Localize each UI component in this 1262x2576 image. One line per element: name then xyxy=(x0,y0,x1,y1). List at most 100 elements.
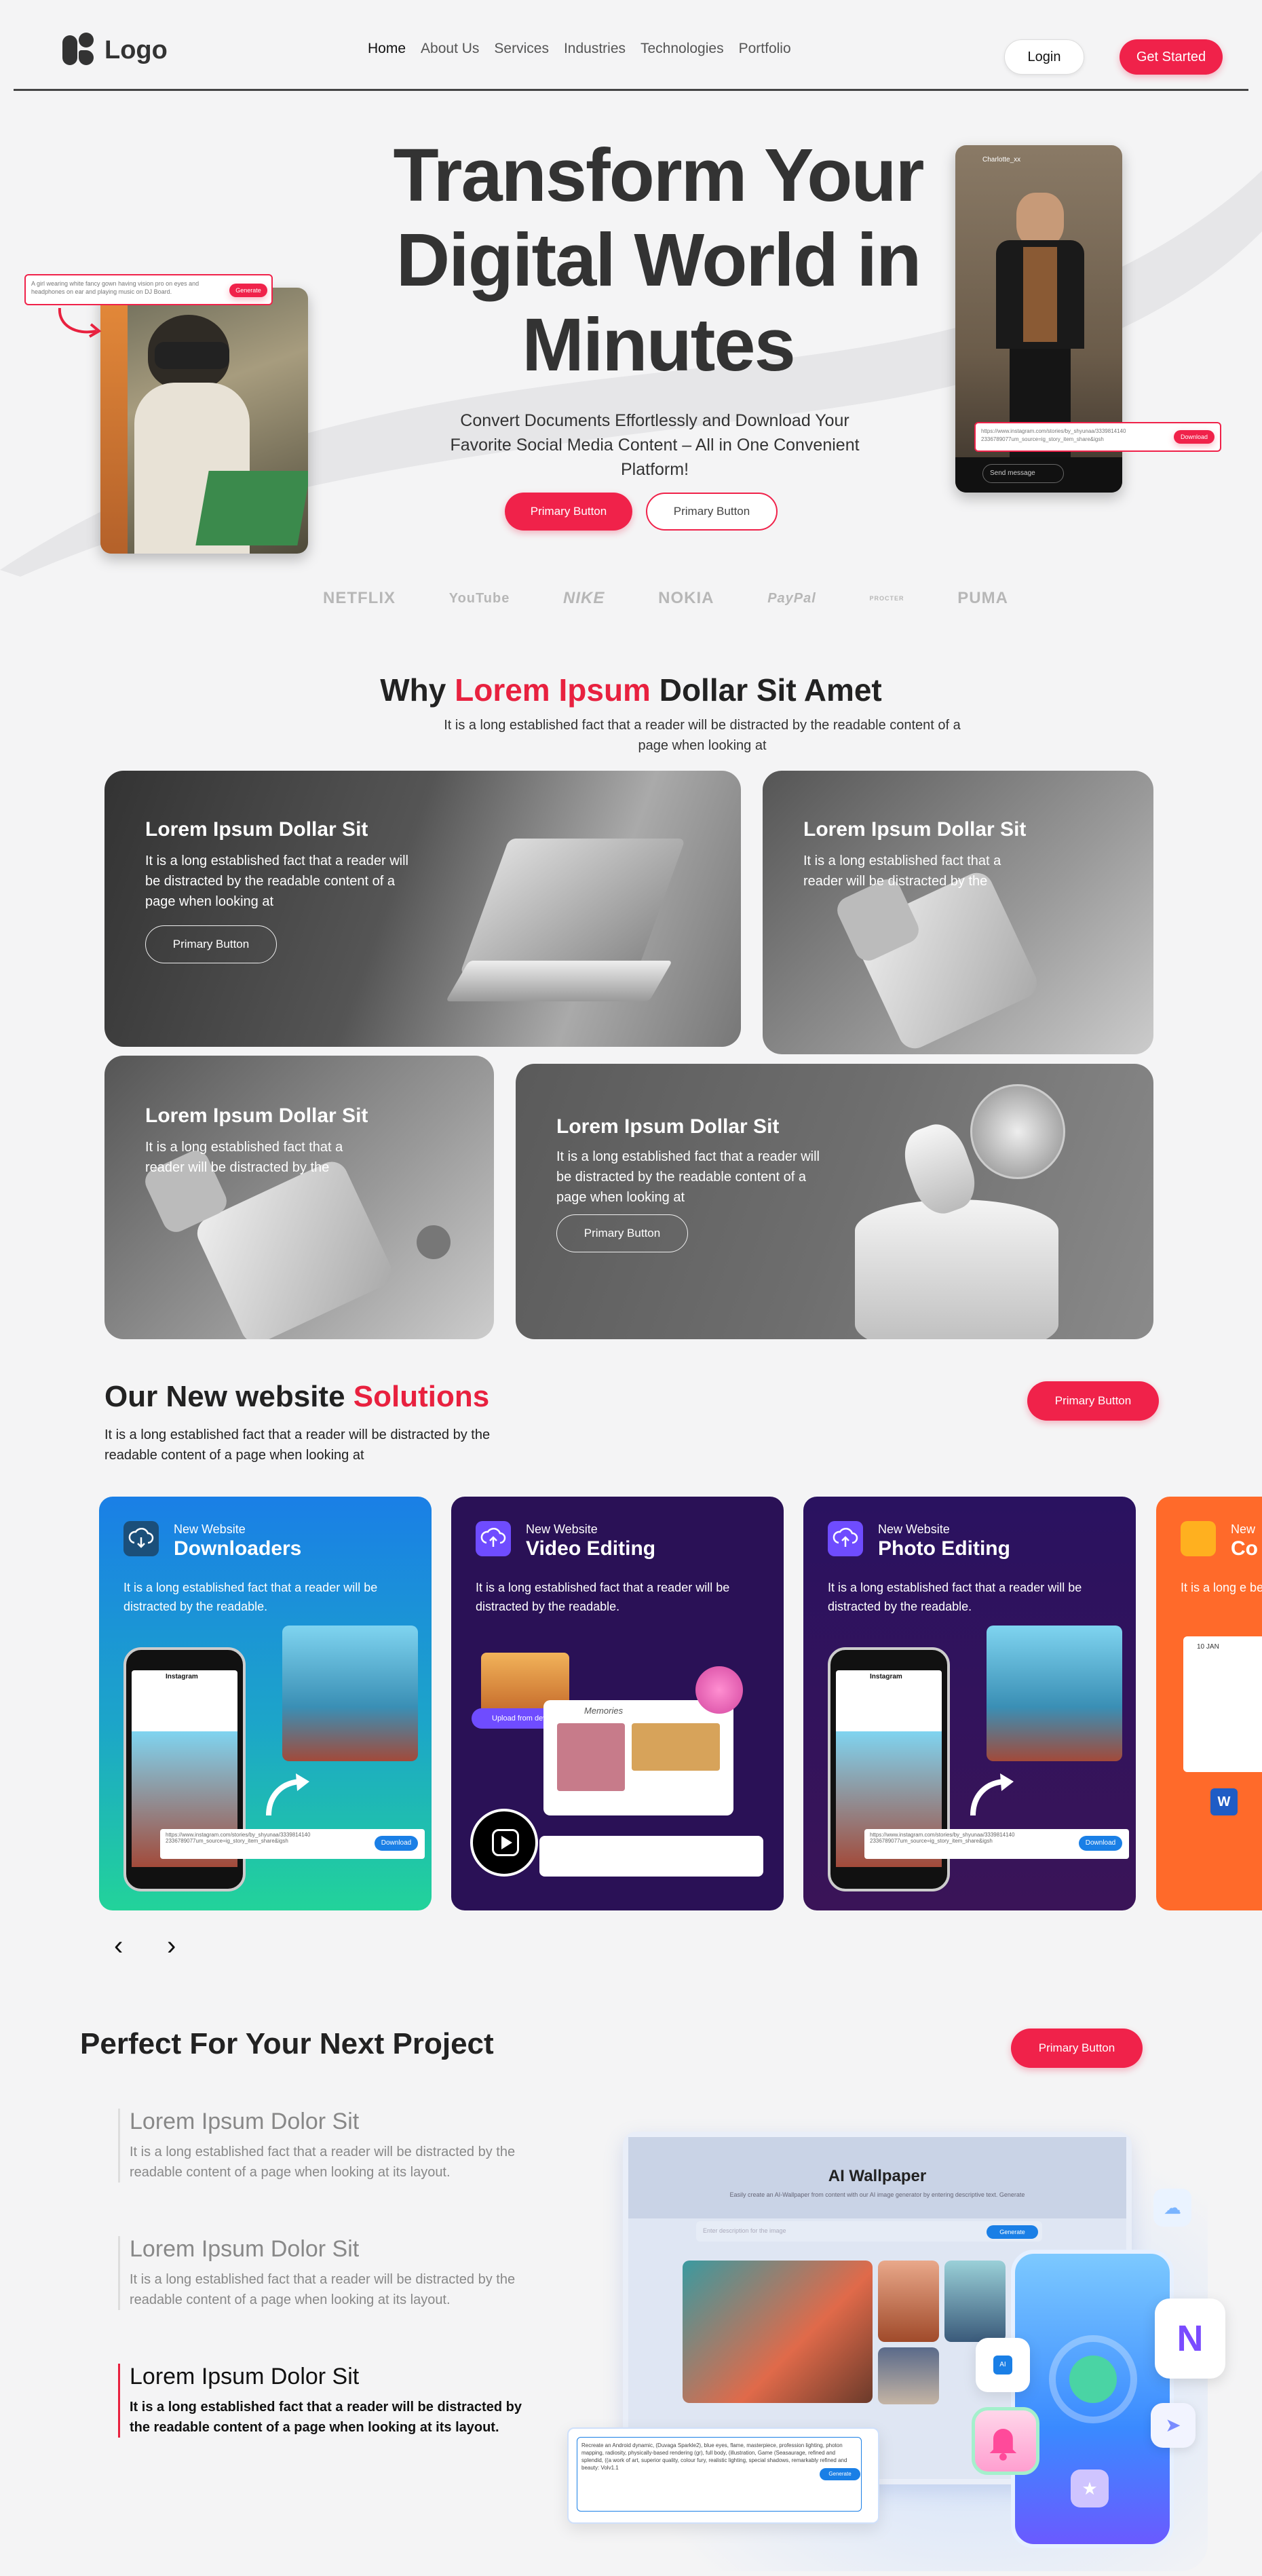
nav-item-industries[interactable]: Industries xyxy=(564,41,626,57)
brand-puma: PUMA xyxy=(957,589,1008,607)
convert-icon xyxy=(1181,1521,1216,1556)
why-card-4-button[interactable]: Primary Button xyxy=(556,1214,688,1252)
get-started-button[interactable]: Get Started xyxy=(1120,39,1223,75)
card-kicker: New Website xyxy=(174,1522,246,1536)
brand-nokia: NOKIA xyxy=(658,589,714,607)
project-button[interactable]: Primary Button xyxy=(1011,2029,1143,2068)
nav-item-about[interactable]: About Us xyxy=(421,41,479,57)
curved-arrow-icon xyxy=(58,307,102,338)
brand-nike: NIKE xyxy=(563,589,605,607)
ai-tile: AI xyxy=(976,2338,1030,2392)
star-icon: ★ xyxy=(1071,2469,1109,2507)
carousel-prev-button[interactable]: ‹ xyxy=(114,1931,123,1961)
logo[interactable]: Logo xyxy=(62,33,168,68)
solution-card-downloaders[interactable]: New Website Downloaders It is a long est… xyxy=(99,1497,432,1910)
editor-panel: Memories xyxy=(543,1700,733,1815)
card-description: It is a long established fact that a rea… xyxy=(828,1581,1082,1613)
hero-title: Transform Your Digital World in Minutes xyxy=(393,134,925,387)
feature-item-3[interactable]: Lorem Ipsum Dolor Sit It is a long estab… xyxy=(118,2364,525,2438)
ai-wallpaper-subtitle: Easily create an AI-Wallpaper from conte… xyxy=(729,2191,1025,2198)
feature-item-1[interactable]: Lorem Ipsum Dolor Sit It is a long estab… xyxy=(118,2109,525,2183)
cloud-upload-icon xyxy=(828,1521,863,1556)
wallpaper-image-4[interactable] xyxy=(878,2347,939,2404)
word-icon: W xyxy=(1210,1788,1238,1815)
download-button[interactable]: Download xyxy=(375,1836,418,1851)
why-description: It is a long established fact that a rea… xyxy=(444,718,961,753)
calendar-panel: 10 JAN xyxy=(1183,1636,1262,1772)
main-menu: Home About Us Services Industries Techno… xyxy=(368,41,791,57)
why-card-1: Lorem Ipsum Dollar Sit It is a long esta… xyxy=(104,771,741,1047)
hero-secondary-button[interactable]: Primary Button xyxy=(646,493,778,531)
solution-card-partial[interactable]: New Co It is a long e be distracte 10 JA… xyxy=(1156,1497,1262,1910)
solutions-description: It is a long established fact that a rea… xyxy=(104,1427,491,1463)
logo-icon xyxy=(62,33,96,68)
hero-left-prompt: A girl wearing white fancy gown having v… xyxy=(24,274,273,305)
city-photo xyxy=(987,1626,1122,1761)
card-description: It is a long e be distracte xyxy=(1181,1581,1262,1594)
nav-item-technologies[interactable]: Technologies xyxy=(640,41,724,57)
logo-text: Logo xyxy=(104,35,168,64)
nav-item-portfolio[interactable]: Portfolio xyxy=(739,41,791,57)
curved-arrow-icon xyxy=(266,1773,309,1816)
prompt-generate-button[interactable]: Generate xyxy=(229,284,267,297)
why-card-3: Lorem Ipsum Dollar Sit It is a long esta… xyxy=(104,1056,494,1339)
play-button[interactable] xyxy=(470,1809,538,1877)
card-title: Photo Editing xyxy=(878,1537,1010,1560)
wallpaper-image-2[interactable] xyxy=(878,2261,939,2342)
card-description: It is a long established fact that a rea… xyxy=(476,1581,730,1613)
hero-right-url-box: https://www.instagram.com/stories/by_shy… xyxy=(974,422,1221,452)
timeline[interactable] xyxy=(539,1836,763,1877)
project-title: Perfect For Your Next Project xyxy=(80,2027,494,2060)
top-nav: Logo Home About Us Services Industries T… xyxy=(14,0,1248,91)
login-button[interactable]: Login xyxy=(1004,39,1084,75)
why-card-1-button[interactable]: Primary Button xyxy=(145,925,277,963)
solutions-button[interactable]: Primary Button xyxy=(1027,1381,1159,1421)
brand-logos: NETFLIX YouTube NIKE NOKIA PayPal PROCTE… xyxy=(323,589,1008,608)
cloud-download-icon xyxy=(123,1521,159,1556)
card-kicker: New xyxy=(1231,1522,1256,1536)
ai-generate-button[interactable]: Generate xyxy=(987,2225,1038,2239)
card-kicker: New Website xyxy=(526,1522,598,1536)
url-input[interactable]: https://www.instagram.com/stories/by_shy… xyxy=(160,1829,425,1859)
feature-item-2[interactable]: Lorem Ipsum Dolor Sit It is a long estab… xyxy=(118,2236,525,2310)
card-kicker: New Website xyxy=(878,1522,950,1536)
send-icon: ➤ xyxy=(1151,2403,1196,2448)
solution-card-photo-editing[interactable]: New Website Photo Editing It is a long e… xyxy=(803,1497,1136,1910)
url-download-button[interactable]: Download xyxy=(1174,430,1215,444)
brand-youtube: YouTube xyxy=(448,590,510,606)
hero-left-image xyxy=(100,288,308,554)
solution-card-video-editing[interactable]: New Website Video Editing It is a long e… xyxy=(451,1497,784,1910)
why-title: Why Lorem Ipsum Dollar Sit Amet xyxy=(380,672,882,708)
url-input[interactable]: https://www.instagram.com/stories/by_shy… xyxy=(864,1829,1129,1859)
ai-wallpaper-title: AI Wallpaper xyxy=(828,2167,927,2185)
why-card-4: Lorem Ipsum Dollar Sit It is a long esta… xyxy=(516,1064,1153,1339)
card-description: It is a long established fact that a rea… xyxy=(123,1581,378,1613)
nav-item-services[interactable]: Services xyxy=(494,41,549,57)
nav-item-home[interactable]: Home xyxy=(368,41,406,57)
brand-netflix: NETFLIX xyxy=(323,589,396,607)
city-photo xyxy=(282,1626,418,1761)
flower-decoration xyxy=(695,1666,743,1714)
card-title: Co xyxy=(1231,1537,1258,1560)
send-message-input[interactable]: Send message xyxy=(982,464,1064,483)
curved-arrow-icon xyxy=(970,1773,1014,1816)
cloud-icon: ☁ xyxy=(1153,2189,1191,2227)
prompt-textarea[interactable]: Recreate an Android dynamic, (Duvaga Spa… xyxy=(577,2437,862,2512)
brand-paypal: PayPal xyxy=(767,590,816,606)
carousel-next-button[interactable]: › xyxy=(167,1931,176,1961)
why-card-2: Lorem Ipsum Dollar Sit It is a long esta… xyxy=(763,771,1153,1054)
wallpaper-image-3[interactable] xyxy=(944,2261,1006,2342)
prompt-panel: Recreate an Android dynamic, (Duvaga Spa… xyxy=(567,2427,879,2524)
hero-primary-button[interactable]: Primary Button xyxy=(505,493,632,531)
brand-procter: PROCTER xyxy=(869,595,904,602)
prompt-generate-button[interactable]: Generate xyxy=(820,2468,860,2480)
solutions-title: Our New website Solutions xyxy=(104,1380,490,1413)
card-title: Downloaders xyxy=(174,1537,302,1560)
card-title: Video Editing xyxy=(526,1537,656,1560)
page: Logo Home About Us Services Industries T… xyxy=(0,0,1262,2576)
wallpaper-image-1[interactable] xyxy=(683,2261,873,2403)
hero-subtitle: Convert Documents Effortlessly and Downl… xyxy=(450,411,860,479)
download-button[interactable]: Download xyxy=(1079,1836,1122,1851)
bell-icon xyxy=(972,2407,1039,2475)
cloud-upload-icon xyxy=(476,1521,511,1556)
